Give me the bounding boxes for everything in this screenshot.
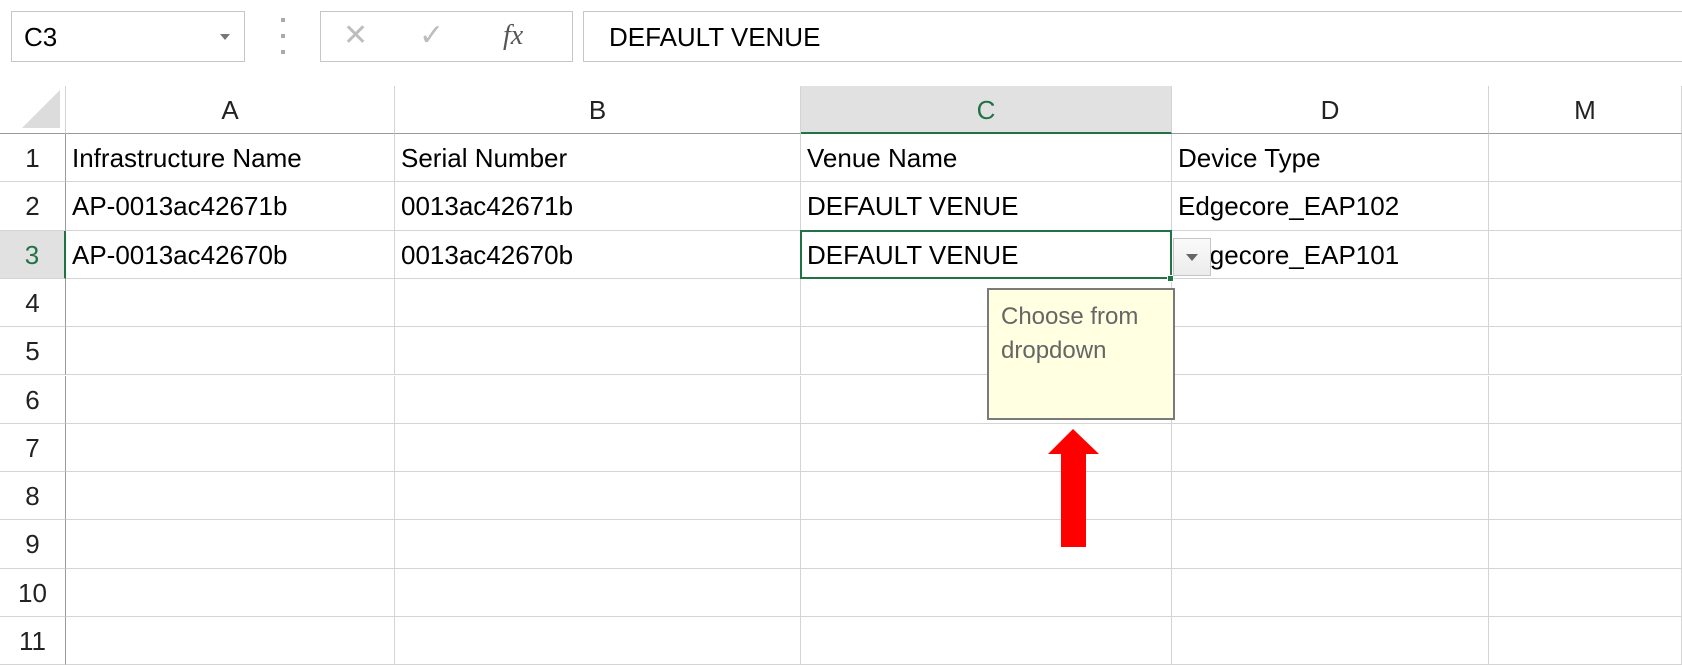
formula-value: DEFAULT VENUE — [609, 22, 821, 52]
cell-B1[interactable]: Serial Number — [395, 134, 801, 183]
cell-B7[interactable] — [395, 423, 801, 473]
cell-M5[interactable] — [1489, 327, 1682, 376]
select-all-button[interactable] — [0, 86, 66, 134]
cell-D1[interactable]: Device Type — [1172, 134, 1489, 183]
cell-D8[interactable] — [1172, 472, 1489, 521]
cell-D4[interactable] — [1172, 278, 1489, 328]
fx-icon[interactable]: fx — [503, 20, 523, 52]
grip-dots-icon[interactable] — [280, 18, 286, 54]
cell-C7[interactable] — [801, 423, 1172, 473]
row-header-4[interactable]: 4 — [0, 278, 66, 328]
validation-dropdown-button[interactable] — [1173, 238, 1211, 276]
cell-M7[interactable] — [1489, 423, 1682, 473]
cell-C10[interactable] — [801, 568, 1172, 617]
cell-D2[interactable]: Edgecore_EAP102 — [1172, 182, 1489, 231]
column-header-D[interactable]: D — [1172, 86, 1489, 134]
cell-C1[interactable]: Venue Name — [801, 134, 1172, 183]
cell-M3[interactable] — [1489, 230, 1682, 279]
cell-B6[interactable] — [395, 375, 801, 424]
cell-B2[interactable]: 0013ac42671b — [395, 182, 801, 231]
cell-D3[interactable]: Edgecore_EAP101 — [1172, 230, 1489, 279]
cell-D11[interactable] — [1172, 617, 1489, 665]
cell-A11[interactable] — [66, 617, 395, 665]
row-header-5[interactable]: 5 — [0, 327, 66, 376]
cell-A7[interactable] — [66, 423, 395, 473]
cell-C8[interactable] — [801, 472, 1172, 521]
cell-D9[interactable] — [1172, 520, 1489, 569]
x-icon[interactable]: ✕ — [343, 18, 368, 53]
column-header-B[interactable]: B — [395, 86, 801, 134]
cell-A3[interactable]: AP-0013ac42670b — [66, 230, 395, 279]
cell-A8[interactable] — [66, 472, 395, 521]
column-header-A[interactable]: A — [66, 86, 395, 134]
arrow-up-icon — [1048, 429, 1099, 547]
cell-M4[interactable] — [1489, 278, 1682, 328]
cell-M1[interactable] — [1489, 134, 1682, 183]
chevron-down-icon — [1186, 254, 1198, 261]
cell-A5[interactable] — [66, 327, 395, 376]
red-arrow-annotation — [1048, 429, 1099, 547]
formula-buttons: ✕ ✓ fx — [320, 11, 573, 62]
cell-D10[interactable] — [1172, 568, 1489, 617]
row-header-10[interactable]: 10 — [0, 568, 66, 617]
name-box[interactable]: C3 — [11, 11, 245, 62]
cell-B10[interactable] — [395, 568, 801, 617]
cell-A10[interactable] — [66, 568, 395, 617]
row-header-1[interactable]: 1 — [0, 134, 66, 183]
cell-D5[interactable] — [1172, 327, 1489, 376]
name-box-value: C3 — [24, 22, 58, 52]
cell-M8[interactable] — [1489, 472, 1682, 521]
cell-B9[interactable] — [395, 520, 801, 569]
cell-M11[interactable] — [1489, 617, 1682, 665]
cell-A9[interactable] — [66, 520, 395, 569]
cell-B4[interactable] — [395, 278, 801, 328]
active-cell-border — [800, 229, 1172, 279]
cell-A4[interactable] — [66, 278, 395, 328]
cell-C2[interactable]: DEFAULT VENUE — [801, 182, 1172, 231]
cell-A1[interactable]: Infrastructure Name — [66, 134, 395, 183]
column-header-M[interactable]: M — [1489, 86, 1682, 134]
cell-A2[interactable]: AP-0013ac42671b — [66, 182, 395, 231]
row-header-11[interactable]: 11 — [0, 617, 66, 665]
cell-B3[interactable]: 0013ac42670b — [395, 230, 801, 279]
cell-B8[interactable] — [395, 472, 801, 521]
row-header-3[interactable]: 3 — [0, 230, 66, 279]
row-header-2[interactable]: 2 — [0, 182, 66, 231]
row-header-9[interactable]: 9 — [0, 520, 66, 569]
chevron-down-icon[interactable] — [220, 34, 230, 40]
formula-input[interactable]: DEFAULT VENUE — [583, 11, 1682, 62]
row-header-8[interactable]: 8 — [0, 472, 66, 521]
cell-C9[interactable] — [801, 520, 1172, 569]
cell-M9[interactable] — [1489, 520, 1682, 569]
cell-M6[interactable] — [1489, 375, 1682, 424]
cell-A6[interactable] — [66, 375, 395, 424]
row-header-6[interactable]: 6 — [0, 375, 66, 424]
cell-D6[interactable] — [1172, 375, 1489, 424]
cell-B11[interactable] — [395, 617, 801, 665]
cell-M10[interactable] — [1489, 568, 1682, 617]
input-message-tooltip: Choose from dropdown — [987, 288, 1175, 420]
column-header-C[interactable]: C — [801, 86, 1172, 134]
cell-C11[interactable] — [801, 617, 1172, 665]
cell-B5[interactable] — [395, 327, 801, 376]
cell-D7[interactable] — [1172, 423, 1489, 473]
row-header-7[interactable]: 7 — [0, 423, 66, 473]
check-icon[interactable]: ✓ — [419, 18, 444, 53]
cell-M2[interactable] — [1489, 182, 1682, 231]
